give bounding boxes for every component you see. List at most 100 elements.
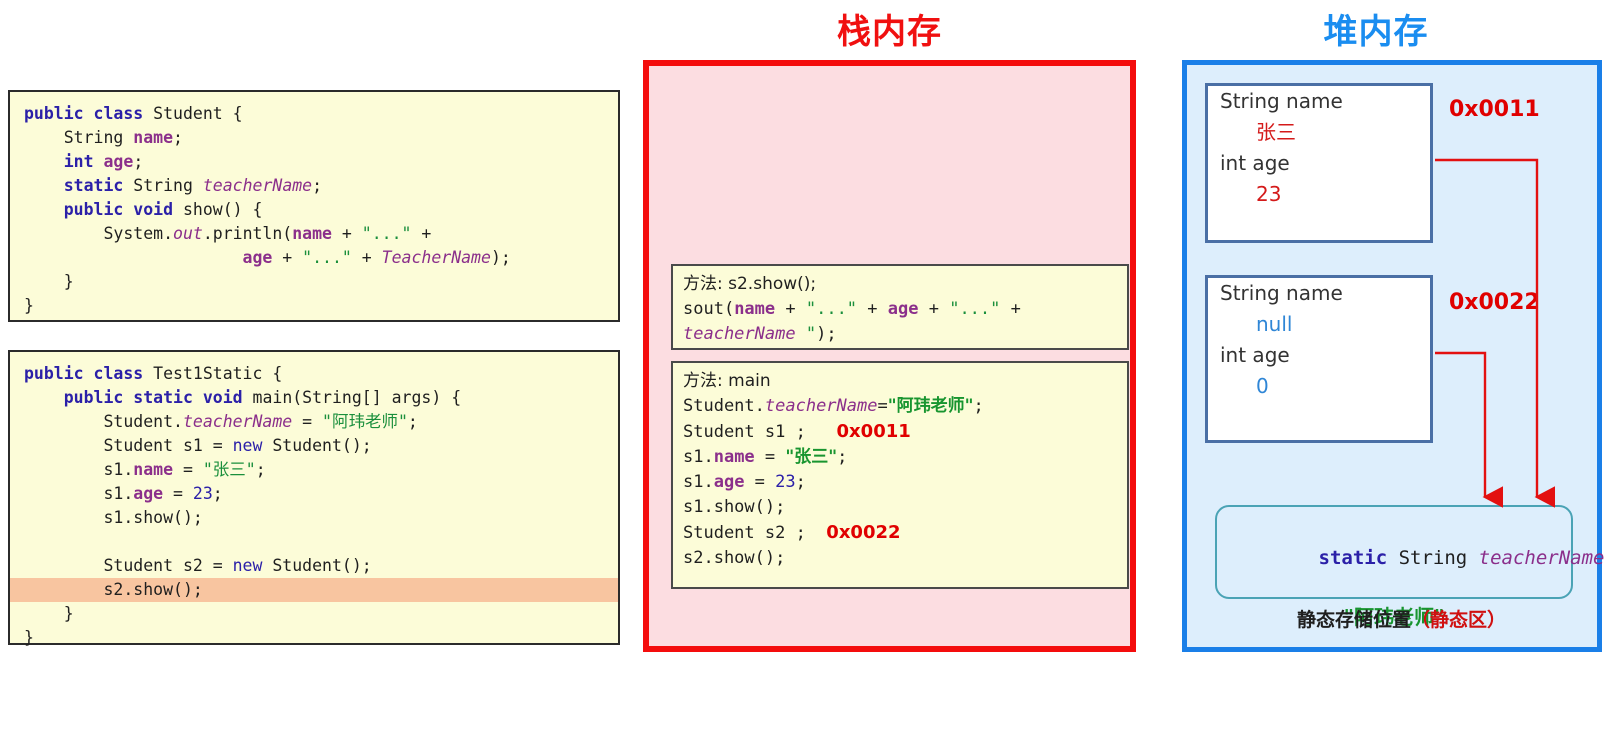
code-token: name xyxy=(734,299,776,319)
code-line: s1.show(); xyxy=(673,495,1127,520)
stack-memory-box: 方法: s2.show(); sout(name + "..." + age + … xyxy=(643,60,1136,652)
code-line: Student.teacherName="阿玮老师"; xyxy=(673,394,1127,419)
code-token: out xyxy=(173,224,203,243)
code-token: + xyxy=(1000,299,1021,319)
code-token: Student s2 ; xyxy=(683,523,827,543)
test1static-code-lines: public class Test1Static { public static… xyxy=(10,362,618,650)
stack-memory-section: 栈内存 方法: s2.show(); sout(name + "..." + ag… xyxy=(643,0,1136,675)
test1static-class-code-block: public class Test1Static { public static… xyxy=(8,350,620,647)
code-token: = xyxy=(173,460,203,479)
code-line: s1.age = 23; xyxy=(673,470,1127,495)
code-token: } xyxy=(24,272,74,291)
code-line: public class Test1Static { xyxy=(10,362,618,386)
code-line: s2.show(); xyxy=(673,546,1127,571)
code-token: Student. xyxy=(24,412,183,431)
code-line: Student s1 ; 0x0011 xyxy=(673,419,1127,445)
static-storage-box: static String teacherName "阿玮老师" xyxy=(1215,505,1605,629)
code-token: void xyxy=(202,388,253,407)
code-token: ; xyxy=(173,128,183,147)
code-token: "张三" xyxy=(785,447,838,467)
code-token: s2.show(); xyxy=(24,580,203,599)
code-token: s1. xyxy=(24,484,134,503)
code-line: } xyxy=(10,626,618,650)
code-token: .println( xyxy=(202,224,293,243)
code-token: public xyxy=(63,388,134,407)
code-token: s2.show(); xyxy=(683,548,786,568)
code-token: + xyxy=(351,248,382,267)
stack-memory-title: 栈内存 xyxy=(837,12,942,52)
code-token: s1.show(); xyxy=(683,497,786,517)
static-field-name: teacherName xyxy=(1478,547,1605,569)
code-token: main(String[] args) { xyxy=(252,388,462,407)
code-token: + xyxy=(918,299,950,319)
code-line: s1.age = 23; xyxy=(10,482,618,506)
object1-field1-value: 张三 xyxy=(1256,120,1296,144)
code-token: new xyxy=(232,556,273,575)
static-caption-main: 静态存储位置 xyxy=(1297,609,1412,631)
code-token: name xyxy=(133,128,174,147)
code-token: Student. xyxy=(683,396,765,416)
object2-field2-label: int age xyxy=(1220,343,1290,367)
code-token: Student { xyxy=(153,104,243,123)
code-token: "张三" xyxy=(202,460,256,479)
code-token: age xyxy=(242,248,273,267)
object2-field1-value: null xyxy=(1256,312,1293,336)
code-column: public class Student { String name; int … xyxy=(8,0,628,675)
code-token: name xyxy=(713,447,755,467)
code-token: "..." xyxy=(805,299,858,319)
code-token: name xyxy=(133,460,174,479)
code-token: + xyxy=(775,299,806,319)
student-class-code-block: public class Student { String name; int … xyxy=(8,90,620,322)
code-token: + xyxy=(331,224,362,243)
code-line: 方法: s2.show(); xyxy=(673,272,1127,297)
code-line: Student s2 = new Student(); xyxy=(10,554,618,578)
code-token: Test1Static { xyxy=(153,364,283,383)
object1-field1-label: String name xyxy=(1220,89,1343,113)
heap-memory-title: 堆内存 xyxy=(1323,12,1429,52)
code-token: class xyxy=(93,104,154,123)
code-token: 23 xyxy=(192,484,213,503)
student-code-lines: public class Student { String name; int … xyxy=(10,102,618,318)
static-field-declaration: static String teacherName xyxy=(1217,507,1605,597)
code-token: = xyxy=(754,447,786,467)
code-token: } xyxy=(24,628,34,647)
code-token: + xyxy=(272,248,303,267)
code-line: teacherName "); xyxy=(673,322,1127,347)
code-token: s1. xyxy=(683,472,714,492)
code-line xyxy=(10,530,618,554)
code-token: "..." xyxy=(302,248,352,267)
heap-address-label-0x0011: 0x0011 xyxy=(1449,97,1540,122)
code-token: = xyxy=(744,472,776,492)
code-token: ); xyxy=(490,248,511,267)
code-token: s1. xyxy=(683,447,714,467)
code-line: s2.show(); xyxy=(10,578,618,602)
code-token: new xyxy=(232,436,273,455)
static-caption-paren: （静态区） xyxy=(1411,609,1507,631)
code-token: "..." xyxy=(949,299,1001,319)
code-line: 方法: main xyxy=(673,369,1127,394)
code-token: ; xyxy=(407,412,418,431)
code-line: Student s2 ; 0x0022 xyxy=(673,520,1127,546)
code-line: public static void main(String[] args) { xyxy=(10,386,618,410)
object1-field2-label: int age xyxy=(1220,151,1290,175)
code-token: + xyxy=(411,224,432,243)
code-token: ; xyxy=(973,396,984,416)
heap-memory-section: 堆内存 String name 张三 int age 23 0x0011 Str… xyxy=(1156,0,1608,675)
code-token: 0x0022 xyxy=(826,522,901,543)
code-token: void xyxy=(133,200,183,219)
code-token: = xyxy=(877,396,888,416)
code-line: } xyxy=(10,602,618,626)
code-line: static String teacherName; xyxy=(10,174,618,198)
code-token: ; xyxy=(255,460,266,479)
code-token: age xyxy=(103,152,134,171)
code-token: name xyxy=(292,224,332,243)
code-token: " xyxy=(805,324,817,344)
code-token: teacherName xyxy=(202,176,313,195)
code-token: String xyxy=(133,176,203,195)
code-line: Student s1 = new Student(); xyxy=(10,434,618,458)
